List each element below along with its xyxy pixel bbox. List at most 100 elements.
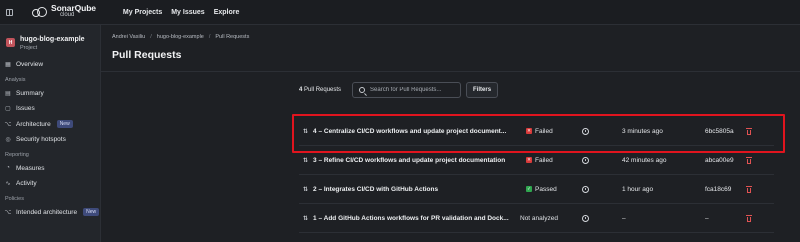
overview-icon: ▦ <box>5 62 11 69</box>
x-square-icon: ✕ <box>526 128 532 134</box>
pull-request-icon: ⇅ <box>303 128 309 135</box>
logo-sub: cloud <box>60 12 75 18</box>
sidebar-toggle-icon <box>5 8 13 16</box>
sidebar-item-overview[interactable]: ▦ Overview <box>0 57 100 73</box>
dev-target-icon[interactable] <box>582 156 589 164</box>
nav-my-projects[interactable]: My Projects <box>123 9 162 16</box>
analysis-time: 42 minutes ago <box>622 156 667 164</box>
quality-gate-status: ✓ Passed <box>526 186 557 193</box>
trash-icon[interactable] <box>746 185 752 193</box>
architecture-icon: ⌥ <box>4 121 12 128</box>
sidebar-toggle-button[interactable] <box>0 0 18 25</box>
pull-request-icon: ⇅ <box>303 157 309 164</box>
project-type: Project <box>20 45 38 51</box>
trash-icon[interactable] <box>746 127 752 135</box>
pull-request-table: ⇅ 4 – Centralize CI/CD workflows and upd… <box>299 117 774 233</box>
filters-button[interactable]: Filters <box>466 82 499 98</box>
analysis-time: – <box>622 214 626 222</box>
pull-request-title[interactable]: 4 – Centralize CI/CD workflows and updat… <box>313 128 506 135</box>
sidebar-item-summary[interactable]: ▤ Summary <box>0 86 100 102</box>
project-name: hugo-blog-example <box>20 36 85 43</box>
top-nav: My Projects My Issues Explore <box>123 9 239 16</box>
sidebar-item-issues[interactable]: ▢ Issues <box>0 101 100 117</box>
sidebar-nav: ▦ Overview Analysis ▤ Summary ▢ Issues ⌥… <box>0 57 100 220</box>
table-row[interactable]: ⇅ 2 – Integrates CI/CD with GitHub Actio… <box>299 175 774 204</box>
trash-icon[interactable] <box>746 214 752 222</box>
nav-explore[interactable]: Explore <box>214 9 240 16</box>
sidebar-item-measures[interactable]: ◔ Measures <box>0 161 100 177</box>
page-title: Pull Requests <box>112 49 182 61</box>
status-text: Failed <box>535 156 553 164</box>
quality-gate-status: ✕ Failed <box>526 157 553 164</box>
logo[interactable]: SonarQube cloud <box>30 4 96 19</box>
main-content: Andrei Vasiliu / hugo-blog-example / Pul… <box>101 25 800 242</box>
commit-sha: – <box>705 214 709 222</box>
dev-target-icon[interactable] <box>582 185 589 193</box>
page-header: Andrei Vasiliu / hugo-blog-example / Pul… <box>101 25 800 72</box>
activity-icon: ∿ <box>5 181 11 188</box>
search-icon <box>359 87 366 93</box>
nav-my-issues[interactable]: My Issues <box>171 9 204 16</box>
quality-gate-status: ✕ Failed <box>526 128 553 135</box>
new-badge: New <box>83 208 100 217</box>
sidebar-item-label: Issues <box>16 105 35 113</box>
table-row[interactable]: ⇅ 1 – Add GitHub Actions workflows for P… <box>299 204 774 233</box>
pull-request-list-area: 4 Pull Requests Filters ⇅ 4 – Centralize… <box>299 82 774 233</box>
sidebar: H hugo-blog-example Project ▦ Overview A… <box>0 25 101 242</box>
sidebar-item-architecture[interactable]: ⌥ Architecture New <box>0 117 100 133</box>
search-input[interactable] <box>370 87 461 93</box>
breadcrumb-item[interactable]: hugo-blog-example <box>157 34 204 40</box>
breadcrumb-item: Pull Requests <box>215 34 250 40</box>
pull-request-icon: ⇅ <box>303 186 309 193</box>
check-square-icon: ✓ <box>526 186 532 192</box>
intended-architecture-icon: ⌥ <box>4 209 12 216</box>
pull-request-title[interactable]: 1 – Add GitHub Actions workflows for PR … <box>313 215 509 222</box>
commit-sha: 6bc5805a <box>705 127 734 135</box>
breadcrumb-separator: / <box>150 34 152 40</box>
count-label: Pull Requests <box>304 87 342 93</box>
table-row[interactable]: ⇅ 3 – Refine CI/CD workflows and update … <box>299 146 774 175</box>
measures-icon: ◔ <box>6 165 10 172</box>
sidebar-section-policies: Policies <box>5 195 24 202</box>
trash-icon[interactable] <box>746 156 752 164</box>
project-avatar: H <box>6 38 15 47</box>
sidebar-item-label: Architecture <box>16 120 51 128</box>
dev-target-icon[interactable] <box>582 214 589 222</box>
x-square-icon: ✕ <box>526 157 532 163</box>
summary-icon: ▤ <box>5 90 11 97</box>
quality-gate-status: Not analyzed <box>520 215 558 222</box>
sidebar-item-label: Measures <box>16 164 45 172</box>
project-header[interactable]: H hugo-blog-example Project <box>0 25 100 57</box>
sidebar-item-label: Summary <box>16 89 44 97</box>
new-badge: New <box>56 120 73 129</box>
sidebar-item-label: Security hotspots <box>16 136 66 144</box>
breadcrumb-item[interactable]: Andrei Vasiliu <box>112 34 145 40</box>
sidebar-item-intended-architecture[interactable]: ⌥ Intended architecture New <box>0 205 100 221</box>
list-toolbar: 4 Pull Requests Filters <box>299 82 774 98</box>
sonarqube-logo-icon <box>30 6 48 18</box>
search-box[interactable] <box>352 82 462 98</box>
pull-request-icon: ⇅ <box>303 215 309 222</box>
pull-request-title[interactable]: 3 – Refine CI/CD workflows and update pr… <box>313 157 505 164</box>
analysis-time: 1 hour ago <box>622 185 654 193</box>
breadcrumb-separator: / <box>208 34 211 40</box>
analysis-time: 3 minutes ago <box>622 127 663 135</box>
sidebar-item-label: Intended architecture <box>16 208 78 216</box>
pull-request-title[interactable]: 2 – Integrates CI/CD with GitHub Actions <box>313 186 438 193</box>
sidebar-item-label: Activity <box>16 180 37 188</box>
count-number: 4 <box>299 87 303 93</box>
top-bar: SonarQube cloud My Projects My Issues Ex… <box>0 0 800 25</box>
commit-sha: abca00e9 <box>705 156 734 164</box>
status-text: Not analyzed <box>520 214 558 222</box>
status-text: Passed <box>535 185 557 193</box>
sidebar-section-reporting: Reporting <box>5 151 29 158</box>
table-row[interactable]: ⇅ 4 – Centralize CI/CD workflows and upd… <box>299 117 774 146</box>
sidebar-item-security-hotspots[interactable]: ◎ Security hotspots <box>0 132 100 148</box>
sidebar-item-activity[interactable]: ∿ Activity <box>0 176 100 192</box>
status-text: Failed <box>535 127 553 135</box>
shield-icon: ◎ <box>5 137 11 144</box>
dev-target-icon[interactable] <box>582 127 589 135</box>
issues-icon: ▢ <box>5 106 11 113</box>
pull-request-count: 4 Pull Requests <box>299 87 341 93</box>
breadcrumb: Andrei Vasiliu / hugo-blog-example / Pul… <box>112 34 800 40</box>
